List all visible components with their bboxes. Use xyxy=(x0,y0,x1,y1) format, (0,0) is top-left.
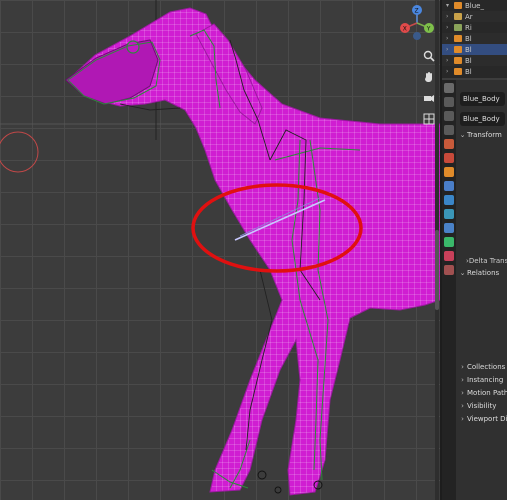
expand-arrow-icon[interactable]: ▾ xyxy=(446,2,454,9)
view-layer-tab-icon[interactable] xyxy=(444,125,454,135)
outliner-row-label: Bl xyxy=(465,45,472,54)
outliner-row-label: Bl xyxy=(465,67,472,76)
outliner-row-label: Ri xyxy=(465,23,472,32)
expand-arrow-icon[interactable]: › xyxy=(446,57,454,64)
armature-icon xyxy=(454,2,462,9)
chevron-right-icon: › xyxy=(461,363,464,371)
object-name-field[interactable]: Blue_Body xyxy=(460,92,505,106)
world-tab-icon[interactable] xyxy=(444,153,454,163)
expand-arrow-icon[interactable]: › xyxy=(446,35,454,42)
properties-panel: Blue_Body Blue_Body ⌄ Transform › Delta … xyxy=(442,80,507,500)
chevron-right-icon: › xyxy=(461,376,464,384)
expand-arrow-icon[interactable]: › xyxy=(446,68,454,75)
chevron-right-icon: › xyxy=(461,415,464,423)
motion-paths-section-header[interactable]: › Motion Paths xyxy=(458,387,507,399)
mesh-icon xyxy=(454,46,462,53)
outliner-row[interactable]: › Bl xyxy=(442,55,507,66)
outliner-row[interactable]: › Bl xyxy=(442,33,507,44)
material-tab-icon[interactable] xyxy=(444,251,454,261)
chevron-down-icon: ⌄ xyxy=(459,269,466,277)
visibility-section-header[interactable]: › Visibility xyxy=(458,400,496,412)
rig-icon xyxy=(454,24,462,31)
object-data-field[interactable]: Blue_Body xyxy=(460,112,505,126)
svg-text:X: X xyxy=(403,26,407,33)
particles-tab-icon[interactable] xyxy=(444,195,454,205)
expand-arrow-icon[interactable]: › xyxy=(446,13,454,20)
object-tab-icon[interactable] xyxy=(444,167,454,177)
relations-section-header[interactable]: ⌄ Relations xyxy=(458,267,500,279)
scrollbar-thumb[interactable] xyxy=(435,230,439,310)
render-tab-icon[interactable] xyxy=(444,97,454,107)
delta-transform-section-header[interactable]: › Delta Transf xyxy=(466,255,507,267)
outliner-row[interactable]: › Bl xyxy=(442,66,507,77)
expand-arrow-icon[interactable]: › xyxy=(446,46,454,53)
data-tab-icon[interactable] xyxy=(444,237,454,247)
3d-viewport[interactable]: Z X Y xyxy=(0,0,440,500)
scene-tab-icon[interactable] xyxy=(444,139,454,149)
outliner-row-label: Bl xyxy=(465,34,472,43)
object-properties: Blue_Body Blue_Body ⌄ Transform › Delta … xyxy=(458,80,507,500)
outliner-row[interactable]: ▾ Blue_ xyxy=(442,0,507,11)
dog-mesh-scene xyxy=(0,0,440,496)
properties-tabs xyxy=(442,80,456,500)
constraints-tab-icon[interactable] xyxy=(444,223,454,233)
collections-section-header[interactable]: › Collections xyxy=(458,361,505,373)
expand-arrow-icon[interactable]: › xyxy=(446,24,454,31)
output-tab-icon[interactable] xyxy=(444,111,454,121)
tool-tab-icon[interactable] xyxy=(444,83,454,93)
instancing-section-header[interactable]: › Instancing xyxy=(458,374,503,386)
mesh-icon xyxy=(454,57,462,64)
outliner-row-label: Blue_ xyxy=(465,1,484,10)
chevron-right-icon: › xyxy=(461,389,464,397)
transform-section-header[interactable]: ⌄ Transform xyxy=(458,129,502,141)
outliner-panel: ▾ Blue_ › Ar › Ri › Bl › Bl › Bl › Bl xyxy=(442,0,507,78)
texture-tab-icon[interactable] xyxy=(444,265,454,275)
outliner-row[interactable]: › Ri xyxy=(442,22,507,33)
chevron-right-icon: › xyxy=(461,402,464,410)
outliner-row[interactable]: › Ar xyxy=(442,11,507,22)
svg-text:Y: Y xyxy=(426,26,431,33)
mesh-icon xyxy=(454,68,462,75)
object-icon xyxy=(454,13,462,20)
mesh-icon xyxy=(454,35,462,42)
chevron-down-icon: ⌄ xyxy=(459,131,466,139)
outliner-row-label: Ar xyxy=(465,12,473,21)
3d-cursor xyxy=(0,131,39,173)
svg-text:Z: Z xyxy=(415,8,419,15)
outliner-row-selected[interactable]: › Bl xyxy=(442,44,507,55)
viewport-display-section-header[interactable]: › Viewport Displ xyxy=(458,413,507,425)
outliner-row-label: Bl xyxy=(465,56,472,65)
physics-tab-icon[interactable] xyxy=(444,209,454,219)
navigation-gizmo[interactable]: Z X Y xyxy=(398,4,436,42)
modifier-tab-icon[interactable] xyxy=(444,181,454,191)
viewport-scrollbar[interactable] xyxy=(435,0,439,500)
dog-eye-mesh xyxy=(126,40,140,54)
